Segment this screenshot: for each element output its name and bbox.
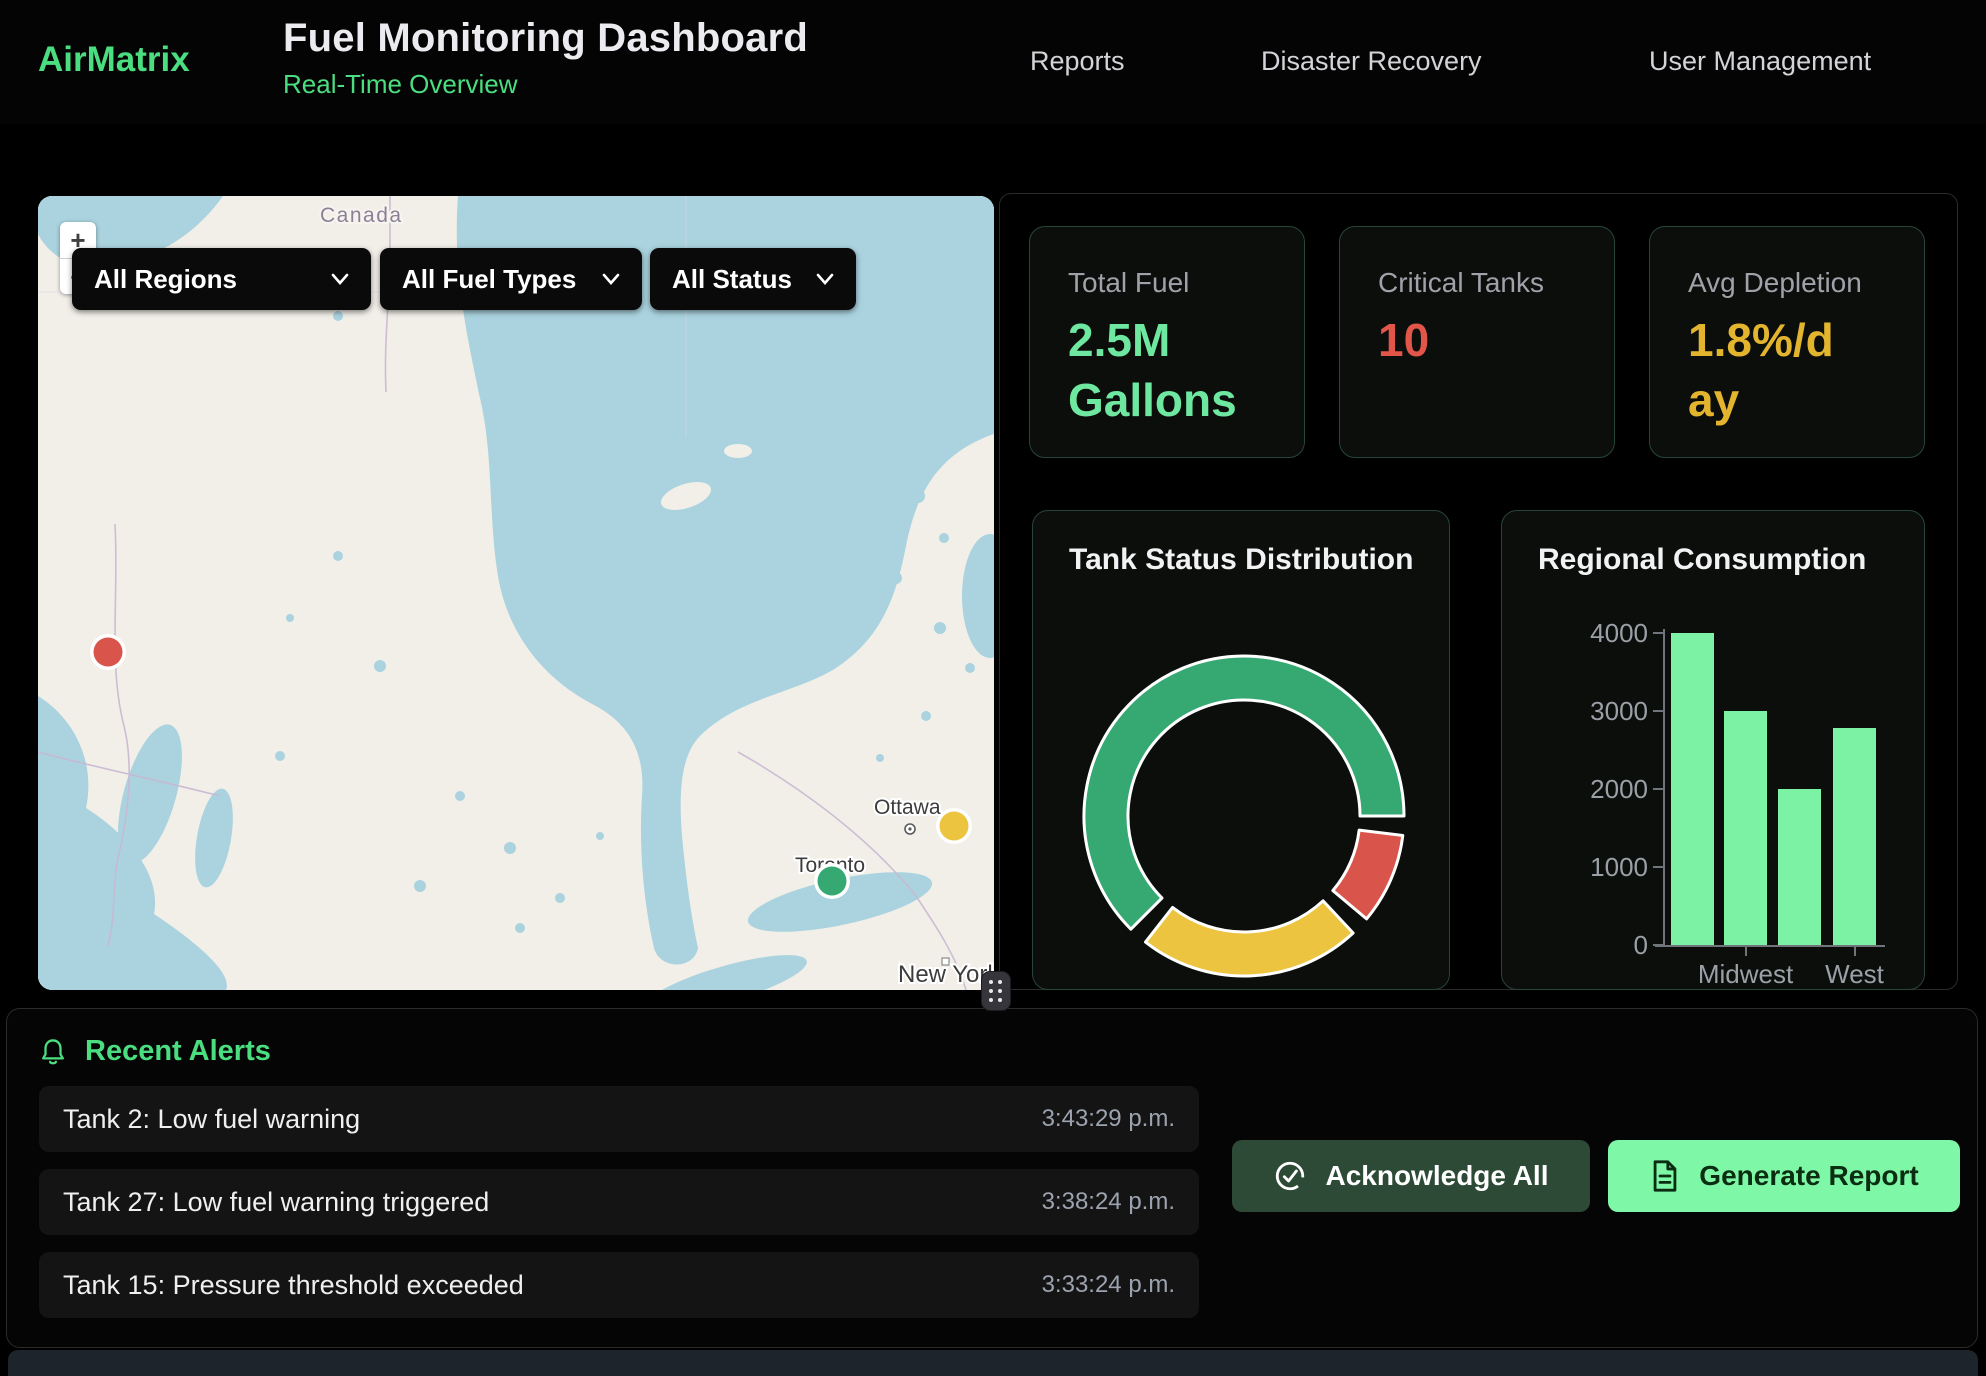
generate-report-label: Generate Report [1699, 1160, 1918, 1192]
y-axis-tick [1653, 632, 1663, 634]
tank-marker-warning[interactable] [936, 808, 972, 844]
y-tick-label: 1000 [1518, 852, 1648, 883]
alert-timestamp: 3:38:24 p.m. [1042, 1188, 1175, 1216]
region-filter-dropdown[interactable]: All Regions [72, 248, 371, 310]
x-axis-tick [1854, 947, 1856, 956]
document-icon [1649, 1159, 1681, 1193]
x-tick-label: Midwest [1698, 959, 1793, 990]
alert-row[interactable]: Tank 15: Pressure threshold exceeded 3:3… [39, 1252, 1199, 1318]
stat-label: Total Fuel [1068, 267, 1304, 299]
map-canvas[interactable]: Canada Ottawa Toronto New York + − All R… [38, 196, 994, 990]
stat-label: Avg Depletion [1688, 267, 1924, 299]
x-tick-label: West [1825, 959, 1884, 990]
alert-row[interactable]: Tank 27: Low fuel warning triggered 3:38… [39, 1169, 1199, 1235]
regional-consumption-chart-card: Regional Consumption 01000200030004000Mi… [1501, 510, 1925, 990]
app-header: AirMatrix Fuel Monitoring Dashboard Real… [0, 0, 1986, 124]
bar-region-1 [1724, 711, 1767, 945]
map-label-ottawa: Ottawa [874, 796, 941, 819]
map-island [724, 444, 752, 458]
alert-text: Tank 27: Low fuel warning triggered [63, 1187, 489, 1218]
tank-marker-critical[interactable] [90, 634, 126, 670]
bell-icon [39, 1037, 67, 1067]
y-axis-tick [1653, 866, 1663, 868]
stat-card-avg-depletion: Avg Depletion 1.8%/day [1649, 226, 1925, 458]
status-filter-value: All Status [672, 264, 792, 295]
stat-label: Critical Tanks [1378, 267, 1614, 299]
page-subtitle: Real-Time Overview [283, 69, 808, 100]
stat-card-total-fuel: Total Fuel 2.5M Gallons [1029, 226, 1305, 458]
y-tick-label: 2000 [1518, 774, 1648, 805]
alert-timestamp: 3:43:29 p.m. [1042, 1105, 1175, 1133]
check-circle-icon [1273, 1159, 1307, 1193]
chevron-down-icon [331, 273, 349, 285]
acknowledge-all-label: Acknowledge All [1325, 1160, 1548, 1192]
y-axis-tick [1653, 710, 1663, 712]
fuel-type-filter-dropdown[interactable]: All Fuel Types [380, 248, 642, 310]
acknowledge-all-button[interactable]: Acknowledge All [1232, 1140, 1590, 1212]
map-resize-handle[interactable] [982, 972, 1010, 1010]
y-axis-line [1663, 629, 1665, 947]
stat-value: 1.8%/day [1688, 311, 1838, 431]
bar-region-3 [1833, 728, 1876, 945]
y-tick-label: 0 [1518, 930, 1648, 961]
alert-text: Tank 15: Pressure threshold exceeded [63, 1270, 524, 1301]
window-bottom-bar [8, 1350, 1978, 1376]
page-title: Fuel Monitoring Dashboard [283, 16, 808, 61]
alert-text: Tank 2: Low fuel warning [63, 1104, 360, 1135]
map-graphics: Canada Ottawa Toronto New York [38, 196, 994, 990]
brand-logo: AirMatrix [38, 40, 190, 80]
y-tick-label: 3000 [1518, 696, 1648, 727]
generate-report-button[interactable]: Generate Report [1608, 1140, 1960, 1212]
nav-user-management[interactable]: User Management [1649, 46, 1871, 77]
title-block: Fuel Monitoring Dashboard Real-Time Over… [283, 16, 808, 100]
stat-value: 10 [1378, 311, 1583, 371]
nav-reports[interactable]: Reports [1030, 46, 1125, 77]
map-label-canada: Canada [320, 204, 403, 227]
status-filter-dropdown[interactable]: All Status [650, 248, 856, 310]
donut-segment-warning [1145, 901, 1353, 976]
donut-segment-critical [1333, 830, 1403, 919]
chevron-down-icon [602, 273, 620, 285]
nav-disaster-recovery[interactable]: Disaster Recovery [1261, 46, 1482, 77]
y-tick-label: 4000 [1518, 618, 1648, 649]
alert-timestamp: 3:33:24 p.m. [1042, 1271, 1175, 1299]
chevron-down-icon [816, 273, 834, 285]
alert-row[interactable]: Tank 2: Low fuel warning 3:43:29 p.m. [39, 1086, 1199, 1152]
y-axis-tick [1653, 944, 1663, 946]
x-axis-tick [1745, 947, 1747, 956]
donut-chart [1033, 511, 1451, 989]
fuel-type-filter-value: All Fuel Types [402, 264, 576, 295]
y-axis-tick [1653, 788, 1663, 790]
x-axis-line [1655, 945, 1885, 947]
map-town-marker-ottawa [905, 824, 915, 834]
bar-chart: 0 1000 2000 3000 4000 Midwest West [1502, 511, 1926, 991]
bar-region-0 [1671, 633, 1714, 945]
stat-card-critical-tanks: Critical Tanks 10 [1339, 226, 1615, 458]
tank-marker-normal[interactable] [814, 863, 850, 899]
stat-value: 2.5M Gallons [1068, 311, 1273, 431]
bar-region-2 [1778, 789, 1821, 945]
recent-alerts-heading: Recent Alerts [85, 1035, 271, 1068]
tank-status-chart-card: Tank Status Distribution [1032, 510, 1450, 990]
region-filter-value: All Regions [94, 264, 237, 295]
map-label-new-york: New York [898, 961, 994, 988]
